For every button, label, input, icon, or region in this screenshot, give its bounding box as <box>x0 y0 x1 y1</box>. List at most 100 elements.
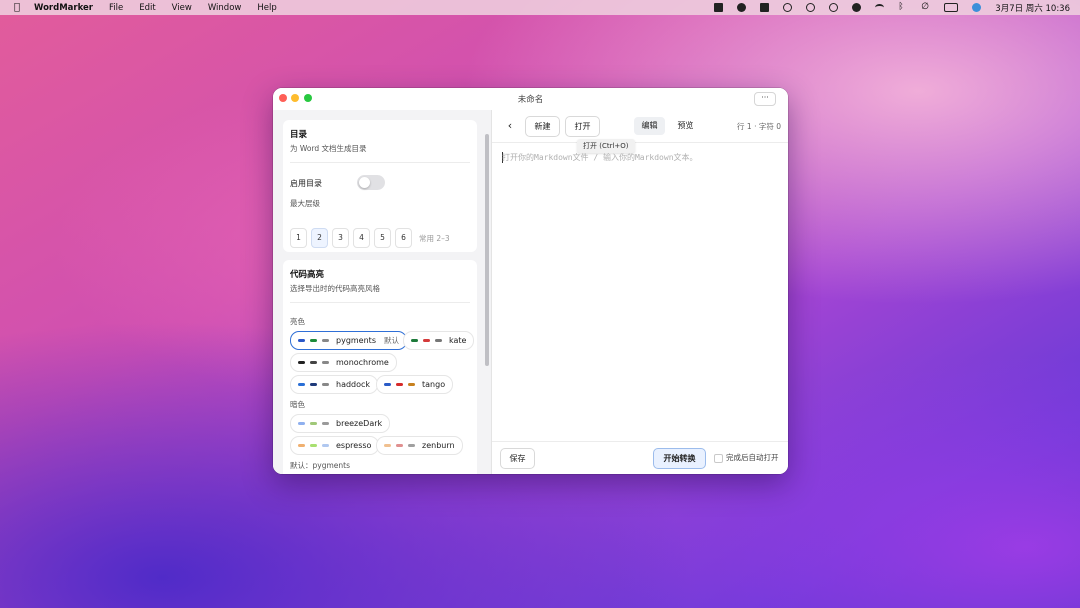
bluetooth-icon[interactable]: ᛒ <box>898 3 907 12</box>
color-swatches <box>411 338 442 343</box>
apple-menu-icon[interactable]:  <box>12 2 22 13</box>
level-selector: 1 2 3 4 5 6 常用 2–3 <box>290 228 450 248</box>
level-option-2[interactable]: 2 <box>311 228 328 248</box>
theme-name: kate <box>449 336 467 345</box>
swatch <box>298 443 305 448</box>
back-icon[interactable]: ‹ <box>504 119 516 132</box>
theme-name: tango <box>422 380 446 389</box>
markdown-editor[interactable]: 打开你的Markdown文件 / 输入你的Markdown文本。 <box>502 152 782 432</box>
open-tooltip: 打开 (Ctrl+O) <box>577 139 635 153</box>
menu-file[interactable]: File <box>109 3 123 13</box>
brightness-icon[interactable] <box>829 3 839 12</box>
swatch <box>396 443 403 448</box>
swatch <box>310 421 317 426</box>
auto-open-label: 完成后自动打开 <box>726 453 779 462</box>
mute-icon[interactable]: ∅ <box>921 3 930 12</box>
theme-name: breezeDark <box>336 419 383 428</box>
swatch <box>298 338 305 343</box>
theme-name: monochrome <box>336 358 389 367</box>
auto-open-checkbox[interactable] <box>714 454 723 463</box>
swatch <box>423 338 430 343</box>
color-swatches <box>298 443 329 448</box>
toc-enable-toggle[interactable] <box>357 175 385 190</box>
window-title: 未命名 <box>517 95 544 105</box>
swatch <box>384 382 391 387</box>
shield-icon[interactable] <box>760 3 770 12</box>
theme-name: haddock <box>336 380 371 389</box>
more-options-button[interactable]: ··· <box>754 92 776 106</box>
theme-chip-monochrome[interactable]: monochrome <box>290 353 397 372</box>
theme-name: zenburn <box>422 441 455 450</box>
siri-icon[interactable] <box>972 3 982 12</box>
feather-icon[interactable] <box>737 3 747 12</box>
divider <box>290 162 470 163</box>
swatch <box>310 338 317 343</box>
wifi-icon[interactable] <box>875 4 885 11</box>
color-swatches <box>384 382 415 387</box>
gear-icon[interactable] <box>806 3 816 12</box>
swatch <box>298 421 305 426</box>
level-option-3[interactable]: 3 <box>332 228 349 248</box>
theme-chip-zenburn[interactable]: zenburn <box>376 436 463 455</box>
title-bar: 未命名 ··· <box>273 88 788 110</box>
swatch <box>384 443 391 448</box>
tab-edit[interactable]: 编辑 <box>634 117 665 135</box>
level-option-5[interactable]: 5 <box>374 228 391 248</box>
default-tag: 默认 <box>383 336 399 345</box>
swatch <box>408 443 415 448</box>
menu-window[interactable]: Window <box>208 3 242 13</box>
divider <box>290 302 470 303</box>
menu-edit[interactable]: Edit <box>139 3 155 13</box>
level-hint: 常用 2–3 <box>419 233 450 243</box>
menu-app-name[interactable]: WordMarker <box>34 3 93 13</box>
swatch <box>298 382 305 387</box>
editor-placeholder: 打开你的Markdown文件 / 输入你的Markdown文本。 <box>502 153 698 162</box>
color-swatches <box>384 443 415 448</box>
theme-chip-breezedark[interactable]: breezeDark <box>290 414 391 433</box>
theme-name: espresso <box>336 441 372 450</box>
menu-view[interactable]: View <box>172 3 192 13</box>
max-level-label: 最大层级 <box>290 199 320 208</box>
swatch <box>298 360 305 365</box>
menu-bar:  WordMarker File Edit View Window Help … <box>0 0 1080 15</box>
music-icon[interactable] <box>852 3 862 12</box>
theme-chip-pygments[interactable]: pygments 默认 <box>290 331 407 350</box>
theme-chip-espresso[interactable]: espresso <box>290 436 380 455</box>
menu-help[interactable]: Help <box>257 3 276 13</box>
level-option-6[interactable]: 6 <box>395 228 412 248</box>
save-button[interactable]: 保存 <box>500 448 535 469</box>
editor-toolbar: ‹ 新建 打开 编辑 预览 行 1 · 字符 0 <box>492 110 788 143</box>
editor-footer: 保存 开始转换 完成后自动打开 <box>492 441 788 474</box>
level-option-4[interactable]: 4 <box>353 228 370 248</box>
swatch <box>322 443 329 448</box>
light-themes-label: 亮色 <box>290 317 305 326</box>
app-grid-icon[interactable] <box>714 3 724 12</box>
color-swatches <box>298 338 329 343</box>
swatch <box>322 382 329 387</box>
clock[interactable]: 3月7日 周六 10:36 <box>995 2 1070 14</box>
settings-scrollbar[interactable] <box>485 134 489 366</box>
tab-preview[interactable]: 预览 <box>670 117 701 135</box>
line-char-counter: 行 1 · 字符 0 <box>737 122 781 131</box>
start-convert-button[interactable]: 开始转换 <box>653 448 706 469</box>
highlight-title: 代码高亮 <box>290 270 325 280</box>
battery-icon[interactable] <box>944 3 959 12</box>
app-window: 未命名 ··· 目录 为 Word 文档生成目录 启用目录 最大层级 1 2 3… <box>273 88 788 474</box>
search-icon[interactable] <box>783 3 793 12</box>
toggle-knob <box>359 177 370 188</box>
swatch <box>310 443 317 448</box>
open-button[interactable]: 打开 <box>565 116 600 137</box>
editor-panel: ‹ 新建 打开 编辑 预览 行 1 · 字符 0 打开 (Ctrl+O) 打开你… <box>491 110 788 474</box>
theme-chip-tango[interactable]: tango <box>376 375 454 394</box>
color-swatches <box>298 360 329 365</box>
color-swatches <box>298 421 329 426</box>
status-area: ᛒ ∅ 3月7日 周六 10:36 <box>714 0 1070 15</box>
theme-chip-haddock[interactable]: haddock <box>290 375 379 394</box>
theme-chip-kate[interactable]: kate <box>403 331 475 350</box>
level-option-1[interactable]: 1 <box>290 228 307 248</box>
new-button[interactable]: 新建 <box>525 116 560 137</box>
toc-enable-label: 启用目录 <box>290 179 322 188</box>
default-theme-note: 默认：pygments <box>290 461 350 470</box>
swatch <box>411 338 418 343</box>
highlight-subtitle: 选择导出时的代码高亮风格 <box>290 284 380 293</box>
